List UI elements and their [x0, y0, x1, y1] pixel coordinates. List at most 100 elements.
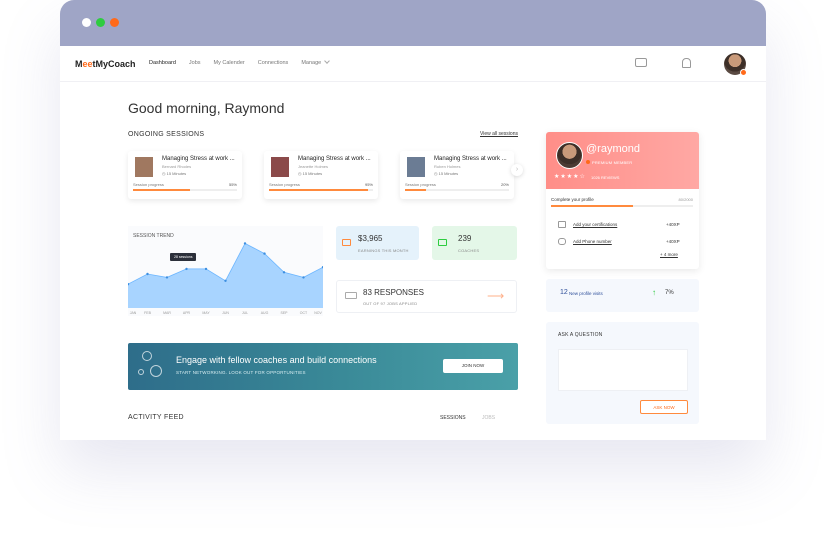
session-card[interactable]: Managing Stress at work ... Bernard Rhod… — [128, 151, 242, 199]
task-label[interactable]: Add your certifications — [573, 222, 617, 227]
nav-menu: Dashboard Jobs My Calender Connections M… — [149, 58, 342, 66]
session-card[interactable]: Managing Stress at work ... Ruben Holmes… — [400, 151, 514, 199]
month-tick-label: JAN — [130, 311, 137, 315]
profile-progress-bar — [551, 205, 693, 207]
progress-label: Session progress — [269, 182, 300, 187]
window-close-dot[interactable] — [82, 18, 91, 27]
month-tick-label: SEP — [280, 311, 288, 315]
task-xp: +40XP — [666, 239, 680, 244]
nav-item-manage[interactable]: Manage — [301, 58, 331, 66]
chart-tooltip: 28 sessions — [170, 253, 197, 261]
earnings-label: EARNINGS THIS MONTH — [358, 248, 409, 253]
trend-point[interactable] — [165, 276, 169, 279]
reviews-link[interactable]: 1026 REVIEWS — [591, 175, 619, 180]
trend-point[interactable] — [224, 279, 227, 282]
visits-change: 7% — [665, 290, 674, 296]
trend-point[interactable] — [243, 242, 247, 245]
app-window: MeetMyCoach Dashboard Jobs My Calender C… — [60, 0, 766, 440]
session-duration: ◷ 15 Minutes — [162, 171, 187, 176]
complete-profile-label: Complete your profile — [551, 197, 594, 202]
phone-icon — [558, 238, 566, 245]
complete-profile-value: 80/2000 — [678, 197, 693, 202]
window-titlebar — [60, 0, 766, 46]
dashboard-content: Good morning, Raymond ONGOING SESSIONS V… — [60, 82, 766, 440]
progress-value: 95% — [364, 182, 373, 187]
progress-label: Session progress — [405, 182, 436, 187]
nav-item-connections[interactable]: Connections — [258, 60, 289, 66]
profile-header: @raymond PREMIUM MEMBER ★★★★☆ 1026 REVIE… — [546, 132, 699, 189]
tab-sessions[interactable]: SESSIONS — [440, 415, 466, 421]
coaches-card: 239 COACHES — [432, 226, 517, 260]
month-tick-label: MAR — [163, 311, 171, 315]
ask-now-button[interactable]: ASK NOW — [640, 400, 688, 414]
chevron-right-icon[interactable]: › — [511, 164, 523, 176]
logo[interactable]: MeetMyCoach — [75, 59, 136, 69]
trend-point[interactable] — [204, 267, 208, 271]
top-navbar: MeetMyCoach Dashboard Jobs My Calender C… — [60, 46, 766, 82]
month-tick-label: NOV — [314, 311, 322, 315]
greeting-heading: Good morning, Raymond — [128, 100, 285, 116]
month-tick-label: AUG — [261, 311, 269, 315]
profile-progress-fill — [551, 205, 634, 207]
bell-icon[interactable] — [682, 58, 691, 68]
join-now-button[interactable]: JOIN NOW — [443, 359, 503, 373]
nav-item-calendar[interactable]: My Calender — [214, 60, 245, 66]
session-duration: ◷ 15 Minutes — [434, 171, 459, 176]
profile-avatar[interactable] — [556, 142, 583, 169]
window-minimize-dot[interactable] — [96, 18, 105, 27]
rating-stars: ★★★★☆ — [554, 174, 586, 180]
progress-label: Session progress — [133, 182, 164, 187]
trend-point[interactable] — [302, 276, 305, 279]
session-trend-chart: SESSION TREND JAN FEB MAR APR MAY JUN JUL AUG SE… — [128, 226, 323, 316]
tab-jobs[interactable]: JOBS — [482, 415, 495, 421]
earnings-card: $3,965 EARNINGS THIS MONTH — [336, 226, 419, 260]
month-tick-label: APR — [183, 311, 191, 315]
coach-name: Jeanette Holmes — [298, 164, 329, 169]
profile-card: @raymond PREMIUM MEMBER ★★★★☆ 1026 REVIE… — [546, 132, 699, 269]
ask-question-title: ASK A QUESTION — [558, 332, 603, 338]
chat-icon[interactable] — [635, 58, 647, 67]
user-avatar[interactable] — [724, 53, 747, 76]
window-maximize-dot[interactable] — [110, 18, 119, 27]
coach-avatar — [407, 157, 425, 177]
handshake-icon — [438, 239, 447, 246]
nav-item-jobs[interactable]: Jobs — [189, 60, 201, 66]
profile-visits-card: 12 New profile visits ↑ 7% — [546, 279, 699, 312]
trend-point[interactable] — [263, 252, 266, 255]
earnings-value: $3,965 — [358, 234, 383, 243]
session-title: Managing Stress at work ... — [434, 156, 507, 162]
month-tick-label: FEB — [144, 311, 151, 315]
session-title: Managing Stress at work ... — [298, 156, 371, 162]
visits-count: 12 — [560, 289, 568, 296]
responses-label: OUT OF 97 JOBS APPLIED — [363, 301, 418, 306]
session-title: Managing Stress at work ... — [162, 156, 235, 162]
trend-point[interactable] — [282, 271, 286, 274]
progress-fill — [269, 189, 368, 191]
networking-banner: Engage with fellow coaches and build con… — [128, 343, 518, 390]
chat-bubbles-icon — [345, 292, 357, 299]
question-input[interactable] — [558, 349, 688, 391]
status-badge — [740, 69, 747, 76]
trend-point[interactable] — [146, 272, 149, 276]
responses-card[interactable]: 83 RESPONSES OUT OF 97 JOBS APPLIED ⟶ — [336, 280, 517, 313]
nav-item-dashboard[interactable]: Dashboard — [149, 60, 176, 66]
responses-value: 83 RESPONSES — [363, 288, 424, 297]
task-label[interactable]: Add Phone number — [573, 239, 612, 244]
ask-question-card: ASK A QUESTION ASK NOW — [546, 322, 699, 424]
trend-point[interactable] — [185, 267, 188, 271]
trend-plot: JAN FEB MAR APR MAY JUN JUL AUG SEP OCT NOV — [128, 242, 323, 315]
coaches-label: COACHES — [458, 248, 480, 253]
profile-handle: @raymond — [586, 143, 640, 155]
coach-name: Ruben Holmes — [434, 164, 461, 169]
session-card[interactable]: Managing Stress at work ... Jeanette Hol… — [264, 151, 378, 199]
progress-bar — [405, 189, 509, 191]
money-icon — [342, 239, 351, 246]
visits-label: New profile visits — [569, 291, 603, 296]
more-tasks-link[interactable]: + 4 more — [660, 252, 678, 257]
banner-subtitle: START NETWORKING. LOOK OUT FOR OPPORTUNI… — [176, 370, 306, 375]
month-tick-label: OCT — [300, 311, 308, 315]
banner-title: Engage with fellow coaches and build con… — [176, 355, 377, 365]
view-all-sessions-link[interactable]: View all sessions — [480, 131, 518, 137]
progress-fill — [133, 189, 191, 191]
activity-feed-title: ACTIVITY FEED — [128, 414, 184, 421]
